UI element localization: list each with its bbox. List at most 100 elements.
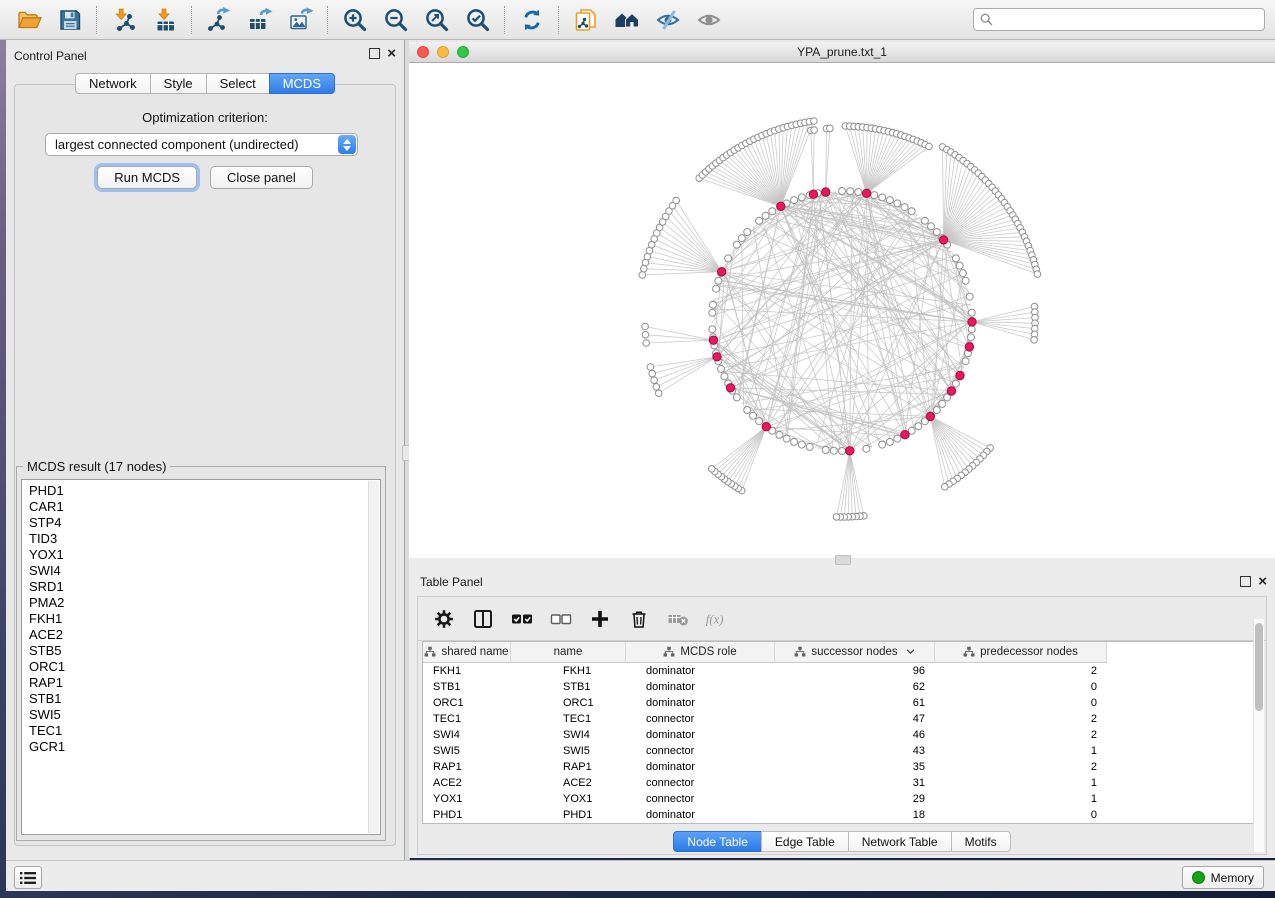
graph-node[interactable] [915,423,922,430]
graph-node[interactable] [811,118,818,125]
graph-node[interactable] [879,194,886,201]
mcds-result-item[interactable]: SRD1 [22,579,380,595]
import-network-button[interactable] [110,6,137,33]
close-panel-icon[interactable]: × [387,48,396,59]
import-table-button[interactable] [151,6,178,33]
graph-hub-node[interactable] [965,343,973,351]
open-button[interactable] [15,6,42,33]
graph-node[interactable] [806,443,813,450]
column-header-name[interactable]: name [511,642,626,663]
mcds-result-item[interactable]: SWI4 [22,563,380,579]
graph-node[interactable] [715,277,722,284]
graph-node[interactable] [855,189,862,196]
zoom-out-button[interactable] [382,6,409,33]
mcds-result-item[interactable]: RAP1 [22,675,380,691]
gear-button[interactable] [432,607,456,631]
zoom-in-button[interactable] [341,6,368,33]
graph-node[interactable] [822,447,829,454]
graph-node[interactable] [643,340,650,347]
graph-node[interactable] [968,309,975,316]
graph-node[interactable] [776,431,783,438]
graph-node[interactable] [894,200,901,207]
graph-node[interactable] [942,483,949,490]
tab-motifs[interactable]: Motifs [951,831,1011,852]
graph-node[interactable] [1031,337,1038,344]
close-window-button[interactable] [417,46,429,58]
zoom-fit-button[interactable] [423,6,450,33]
list-scrollbar[interactable] [368,481,379,833]
graph-node[interactable] [791,197,798,204]
graph-hub-node[interactable] [901,431,909,439]
graph-node[interactable] [847,188,854,195]
graph-node[interactable] [642,323,649,330]
column-header-predecessor-nodes[interactable]: predecessor nodes [935,642,1107,663]
save-button[interactable] [56,6,83,33]
table-row[interactable]: TEC1TEC1connector472 [423,711,1261,727]
refresh-button[interactable] [518,6,545,33]
minimize-window-button[interactable] [437,46,449,58]
table-row[interactable]: YOX1YOX1connector291 [423,791,1261,807]
horizontal-splitter[interactable] [409,558,1275,568]
graph-node[interactable] [708,466,715,473]
clone-network-button[interactable] [572,6,599,33]
mcds-result-item[interactable]: STB1 [22,691,380,707]
optimization-criterion-select[interactable]: largest connected component (undirected) [45,133,358,156]
graph-node[interactable] [871,192,878,199]
graph-hub-node[interactable] [713,353,721,361]
graph-node[interactable] [709,309,716,316]
mcds-result-item[interactable]: PMA2 [22,595,380,611]
close-panel-icon[interactable]: × [1258,576,1267,587]
graph-node[interactable] [651,377,658,384]
table-row[interactable]: STB1STB1dominator620 [423,679,1261,695]
table-row[interactable]: ORC1ORC1dominator610 [423,695,1261,711]
table-row[interactable]: RAP1RAP1dominator352 [423,759,1261,775]
graph-node[interactable] [744,229,751,236]
graph-node[interactable] [839,448,846,455]
graph-hub-node[interactable] [762,423,770,431]
graph-node[interactable] [939,400,946,407]
graph-node[interactable] [647,364,654,371]
export-network-button[interactable] [205,6,232,33]
graph-node[interactable] [798,441,805,448]
network-canvas[interactable] [409,63,1275,558]
column-header-MCDS-role[interactable]: MCDS role [626,642,775,663]
graph-node[interactable] [962,277,969,284]
graph-node[interactable] [673,197,680,204]
graph-node[interactable] [863,445,870,452]
graph-node[interactable] [908,208,915,215]
network-graph[interactable] [409,63,1275,558]
graph-node[interactable] [721,373,728,380]
mcds-result-item[interactable]: STP4 [22,515,380,531]
close-panel-button[interactable]: Close panel [210,166,313,189]
select-all-columns-button[interactable] [510,607,534,631]
graph-node[interactable] [744,407,751,414]
add-column-button[interactable] [588,607,612,631]
mcds-result-item[interactable]: PHD1 [22,483,380,499]
column-header-shared-name[interactable]: shared name [423,642,511,663]
table-row[interactable]: SWI4SWI4dominator462 [423,727,1261,743]
mcds-result-item[interactable]: STB5 [22,643,380,659]
graph-node[interactable] [928,223,935,230]
memory-button[interactable]: Memory [1182,866,1264,889]
graph-node[interactable] [738,235,745,242]
run-mcds-button[interactable]: Run MCDS [97,166,197,189]
search-input[interactable] [997,12,1258,28]
graph-hub-node[interactable] [956,371,964,379]
graph-node[interactable] [901,204,908,211]
mcds-result-item[interactable]: ACE2 [22,627,380,643]
tab-edge-table[interactable]: Edge Table [761,831,848,852]
mcds-result-item[interactable]: FKH1 [22,611,380,627]
zoom-selected-button[interactable] [464,6,491,33]
mcds-result-item[interactable]: ORC1 [22,659,380,675]
graph-hub-node[interactable] [822,188,830,196]
graph-hub-node[interactable] [777,202,785,210]
table-scrollbar[interactable] [1253,619,1264,852]
graph-node[interactable] [750,412,757,419]
table-row[interactable]: PHD1PHD1dominator180 [423,807,1261,823]
graph-node[interactable] [811,127,818,134]
first-neighbors-button[interactable] [613,6,640,33]
mcds-result-list[interactable]: PHD1CAR1STP4TID3YOX1SWI4SRD1PMA2FKH1ACE2… [21,479,381,835]
graph-node[interactable] [639,272,646,279]
graph-node[interactable] [966,293,973,300]
graph-node[interactable] [718,365,725,372]
